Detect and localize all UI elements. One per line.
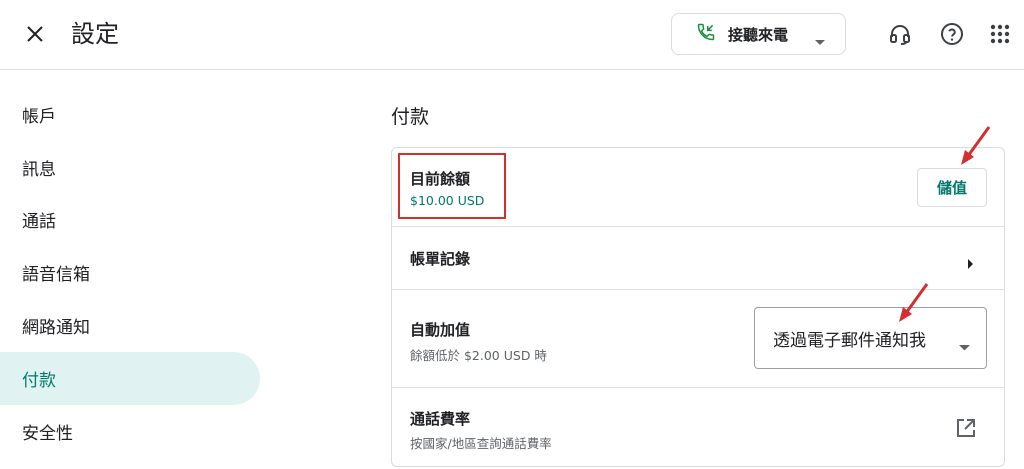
page-title: 設定 [71, 20, 119, 48]
payments-card: 目前餘額 $10.00 USD 儲值 帳單記錄 自動加值 餘額低於 $2.00 … [391, 147, 1005, 467]
apps-grid-icon[interactable] [986, 20, 1014, 48]
sidebar-item-payments[interactable]: 付款 [0, 351, 260, 405]
settings-sidebar: 帳戶 訊息 通話 語音信箱 網路通知 付款 安全性 [0, 88, 260, 458]
auto-recharge-row: 自動加值 餘額低於 $2.00 USD 時 透過電子郵件通知我 [392, 290, 1004, 388]
call-rates-row: 通話費率 按國家/地區查詢通話費率 [392, 388, 1004, 466]
sidebar-item-account[interactable]: 帳戶 [0, 88, 260, 141]
sidebar-item-web-notifications[interactable]: 網路通知 [0, 299, 260, 352]
balance-row: 目前餘額 $10.00 USD 儲值 [392, 148, 1004, 227]
balance-title: 目前餘額 [410, 170, 471, 188]
billing-history-title: 帳單記錄 [410, 250, 471, 268]
sidebar-item-calls[interactable]: 通話 [0, 194, 260, 247]
call-status-label: 接聽來電 [728, 25, 789, 44]
section-title: 付款 [391, 106, 430, 128]
billing-history-row[interactable]: 帳單記錄 [392, 227, 1004, 290]
chevron-right-icon [968, 254, 974, 273]
help-icon[interactable] [938, 20, 966, 48]
topup-button[interactable]: 儲值 [917, 168, 987, 207]
auto-recharge-selected: 透過電子郵件通知我 [773, 330, 926, 351]
auto-recharge-subtitle: 餘額低於 $2.00 USD 時 [410, 348, 547, 363]
headset-support-icon[interactable] [886, 20, 914, 48]
sidebar-item-voicemail[interactable]: 語音信箱 [0, 246, 260, 299]
call-rates-title: 通話費率 [410, 410, 471, 428]
incoming-call-icon [696, 22, 716, 46]
close-icon[interactable] [20, 19, 50, 49]
sidebar-item-security[interactable]: 安全性 [0, 405, 260, 458]
call-status-dropdown[interactable]: 接聽來電 [671, 13, 846, 55]
auto-recharge-title: 自動加值 [410, 321, 471, 339]
balance-value: $10.00 USD [410, 193, 485, 208]
chevron-down-icon [815, 31, 825, 50]
top-app-bar: 設定 接聽來電 [0, 0, 1024, 70]
sidebar-item-messages[interactable]: 訊息 [0, 141, 260, 194]
auto-recharge-select[interactable]: 透過電子郵件通知我 [754, 307, 987, 369]
open-in-new-icon[interactable] [954, 416, 978, 440]
chevron-down-icon [959, 336, 970, 355]
call-rates-subtitle: 按國家/地區查詢通話費率 [410, 436, 552, 451]
